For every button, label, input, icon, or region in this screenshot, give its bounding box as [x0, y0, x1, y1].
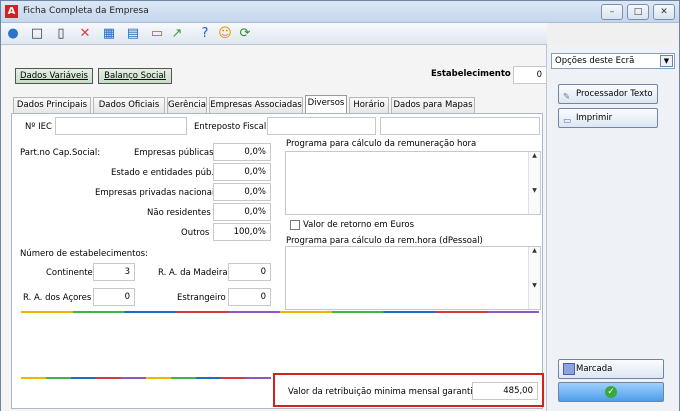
non-residents-label: Não residentes — [147, 208, 211, 218]
delete-icon[interactable]: ✕ — [77, 26, 93, 42]
dpessoal-program-scrollbar[interactable]: ▲ ▼ — [528, 247, 540, 309]
help-icon[interactable]: ? — [197, 26, 213, 42]
others-label: Outros — [181, 228, 210, 238]
maximize-button[interactable]: □ — [627, 4, 649, 20]
fiscal-warehouse-label: Entreposto Fiscal — [194, 122, 267, 132]
print-label: Imprimir — [576, 113, 613, 123]
main-window: A Ficha Completa da Empresa – □ ✕ ● □ ▯ … — [0, 0, 680, 411]
dpessoal-program-textarea[interactable]: ▲ ▼ — [285, 246, 541, 310]
variable-data-button[interactable]: Dados Variáveis — [15, 68, 93, 84]
minimize-button[interactable]: – — [601, 4, 623, 20]
refresh-icon[interactable]: ⟳ — [237, 26, 253, 42]
export-icon[interactable]: ↗ — [169, 26, 185, 42]
word-processor-button[interactable]: ✎ Processador Texto — [558, 84, 658, 104]
social-balance-button[interactable]: Balanço Social — [98, 68, 172, 84]
state-entities-label: Estado e entidades púb. — [111, 168, 215, 178]
close-button[interactable]: ✕ — [653, 4, 675, 20]
euro-return-checkbox[interactable] — [290, 220, 300, 230]
public-companies-field[interactable]: 0,0% — [213, 143, 271, 161]
pencil-icon: ✎ — [563, 92, 571, 102]
madeira-label: R. A. da Madeira — [158, 268, 228, 278]
word-processor-label: Processador Texto — [576, 89, 653, 99]
printer-icon: ▭ — [563, 116, 572, 126]
marked-button[interactable]: Marcada — [558, 359, 664, 379]
window-title: Ficha Completa da Empresa — [23, 6, 149, 16]
hourly-program-label: Programa para cálculo da remuneração hor… — [286, 139, 477, 149]
state-entities-field[interactable]: 0,0% — [213, 163, 271, 181]
title-bar: A Ficha Completa da Empresa – □ ✕ — [1, 1, 679, 23]
madeira-field[interactable]: 0 — [228, 263, 271, 281]
azores-label: R. A. dos Açores — [23, 293, 92, 303]
navigation-icon[interactable]: ● — [5, 26, 21, 42]
printer-icon[interactable]: ▭ — [149, 26, 165, 42]
decorative-divider-top — [21, 311, 539, 313]
tab-map-data[interactable]: Dados para Mapas — [391, 97, 475, 113]
marked-label: Marcada — [576, 364, 613, 374]
confirm-icon: ✓ — [605, 386, 617, 398]
hourly-program-scrollbar[interactable]: ▲ ▼ — [528, 152, 540, 214]
decorative-divider-bottom — [21, 377, 271, 379]
toolbar: ● □ ▯ ✕ ▦ ▤ ▭ ↗ ? ☺ ⟳ — [1, 23, 547, 45]
dpessoal-program-label: Programa para cálculo da rem.hora (dPess… — [286, 236, 483, 246]
tab-diversos[interactable]: Diversos — [305, 95, 347, 113]
table-icon[interactable]: ▤ — [125, 26, 141, 42]
capital-participation-label: Part.no Cap.Social: — [20, 148, 101, 158]
mark-icon — [563, 363, 575, 375]
euro-return-label: Valor de retorno em Euros — [303, 220, 415, 230]
foreign-label: Estrangeiro — [177, 293, 226, 303]
hourly-program-textarea[interactable]: ▲ ▼ — [285, 151, 541, 215]
tab-main-data[interactable]: Dados Principais — [13, 97, 91, 113]
tab-management[interactable]: Gerência — [167, 97, 207, 113]
continent-label: Continente — [46, 268, 93, 278]
establishment-field[interactable]: 0 — [513, 66, 547, 84]
print-button[interactable]: ▭ Imprimir — [558, 108, 658, 128]
new-document-icon[interactable]: □ — [29, 26, 45, 42]
fiscal-warehouse-field[interactable] — [267, 117, 376, 135]
non-residents-field[interactable]: 0,0% — [213, 203, 271, 221]
minimum-wage-label: Valor da retribuição minima mensal garan… — [288, 387, 484, 397]
others-field[interactable]: 100,0% — [213, 223, 271, 241]
establishments-count-label: Número de estabelecimentos: — [20, 249, 148, 259]
foreign-field[interactable]: 0 — [228, 288, 271, 306]
fiscal-warehouse-description[interactable] — [380, 117, 540, 135]
app-icon: A — [5, 5, 18, 18]
dropdown-arrow-icon[interactable]: ▼ — [660, 55, 673, 67]
tab-official-data[interactable]: Dados Oficiais — [93, 97, 165, 113]
columns-icon[interactable]: ▦ — [101, 26, 117, 42]
iec-field[interactable] — [55, 117, 187, 135]
iec-label: Nº IEC — [25, 122, 52, 132]
public-companies-label: Empresas públicas — [134, 148, 214, 158]
azores-field[interactable]: 0 — [93, 288, 135, 306]
private-national-field[interactable]: 0,0% — [213, 183, 271, 201]
establishment-label: Estabelecimento Nº — [431, 69, 526, 79]
tab-associated-companies[interactable]: Empresas Associadas — [209, 97, 303, 113]
minimum-wage-field[interactable]: 485,00 — [472, 382, 538, 400]
tab-schedule[interactable]: Horário — [349, 97, 389, 113]
screen-options-select[interactable]: Opções deste Ecrã — [551, 53, 675, 69]
confirm-button[interactable]: ✓ — [558, 382, 664, 402]
private-national-label: Empresas privadas nacionais — [95, 188, 219, 198]
copy-document-icon[interactable]: ▯ — [53, 26, 69, 42]
emoji-icon[interactable]: ☺ — [217, 26, 233, 42]
continent-field[interactable]: 3 — [93, 263, 135, 281]
